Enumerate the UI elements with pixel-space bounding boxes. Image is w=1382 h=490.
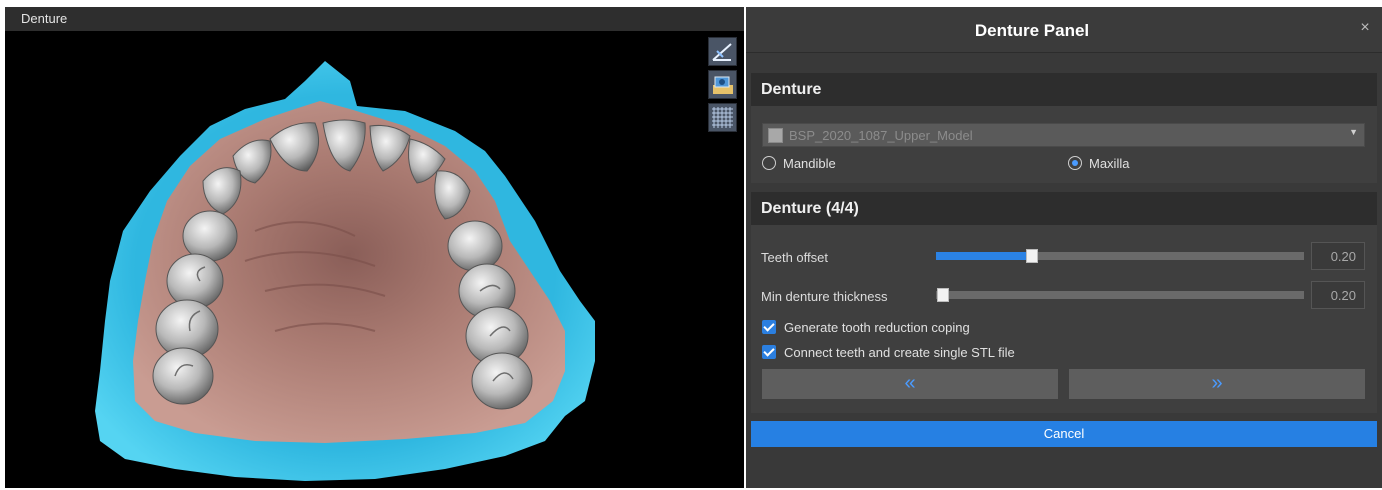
section-denture-header[interactable]: Denture (751, 73, 1377, 106)
cancel-button[interactable]: Cancel (751, 421, 1377, 447)
model-select[interactable]: BSP_2020_1087_Upper_Model ▼ (762, 123, 1365, 147)
min-thickness-slider[interactable] (936, 288, 1304, 302)
single-stl-checkbox[interactable]: Connect teeth and create single STL file (762, 343, 1015, 361)
radio-mandible-circle (762, 156, 776, 170)
generate-coping-check-icon (762, 320, 776, 334)
close-icon[interactable]: × (1356, 19, 1374, 37)
viewport-title: Denture (5, 7, 744, 31)
next-button[interactable]: » (1069, 369, 1365, 399)
single-stl-check-icon (762, 345, 776, 359)
radio-maxilla-label: Maxilla (1089, 155, 1130, 171)
single-stl-label: Connect teeth and create single STL file (784, 344, 1015, 360)
model-color-swatch (768, 128, 783, 143)
generate-coping-checkbox[interactable]: Generate tooth reduction coping (762, 318, 970, 336)
clip-plane-icon[interactable] (708, 37, 737, 66)
radio-mandible[interactable]: Mandible (762, 154, 836, 172)
teeth-offset-slider[interactable] (936, 249, 1304, 263)
3d-viewport[interactable]: Denture (5, 7, 744, 488)
teeth-offset-label: Teeth offset (761, 250, 828, 265)
radio-maxilla-circle (1068, 156, 1082, 170)
previous-button[interactable]: « (762, 369, 1058, 399)
denture-panel: Denture Panel × Denture BSP_2020_1087_Up… (746, 7, 1382, 488)
min-thickness-slider-thumb[interactable] (937, 288, 950, 302)
model-select-value: BSP_2020_1087_Upper_Model (789, 128, 973, 143)
min-thickness-label: Min denture thickness (761, 289, 888, 304)
min-thickness-value[interactable]: 0.20 (1311, 281, 1365, 309)
generate-coping-label: Generate tooth reduction coping (784, 319, 970, 335)
grid-icon[interactable] (708, 103, 737, 132)
teeth-offset-slider-thumb[interactable] (1025, 249, 1038, 263)
radio-mandible-label: Mandible (783, 155, 836, 171)
teeth-offset-value[interactable]: 0.20 (1311, 242, 1365, 270)
radio-maxilla[interactable]: Maxilla (1068, 154, 1129, 172)
teeth-offset-slider-fill (936, 252, 1032, 260)
section-denture-step-header[interactable]: Denture (4/4) (751, 192, 1377, 225)
panel-title: Denture Panel (974, 21, 1090, 40)
denture-3d-model[interactable] (5, 31, 744, 488)
panel-header: Denture Panel × (746, 7, 1382, 53)
chevron-down-icon: ▼ (1349, 127, 1358, 137)
screenshot-icon[interactable] (708, 70, 737, 99)
